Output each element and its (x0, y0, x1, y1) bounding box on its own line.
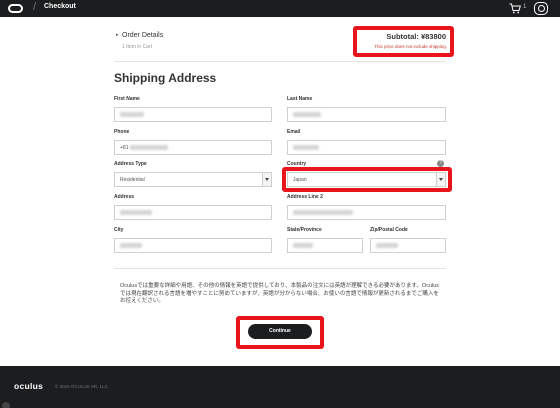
last-name-field[interactable] (287, 107, 446, 122)
cart-count-badge: 1 (523, 4, 527, 10)
city-label: City (114, 227, 124, 233)
city-field[interactable] (114, 238, 272, 253)
state-field[interactable] (287, 238, 363, 253)
phone-label: Phone (114, 129, 130, 135)
items-in-cart: 1 Item in Cart (122, 44, 153, 50)
address-type-value: Residential (120, 177, 145, 183)
settings-icon[interactable] (2, 402, 10, 408)
oculus-logo-icon[interactable] (8, 4, 23, 13)
postal-code-field[interactable] (370, 238, 446, 253)
footer: oculus © 2016 OCULUS VR, LLC (0, 366, 560, 408)
user-icon[interactable] (534, 2, 548, 15)
shipping-address-title: Shipping Address (114, 71, 217, 85)
address-line-2-label: Address Line 2 (287, 194, 323, 200)
highlight-subtotal (353, 26, 454, 57)
phone-field[interactable]: +81 (114, 140, 272, 155)
info-icon[interactable]: ? (437, 160, 444, 167)
footer-logo[interactable]: oculus (14, 381, 43, 391)
language-notice: Oculusでは重要な詳細や用語、その他の情報を英語で提供しており、本製品の注文… (120, 283, 440, 304)
chevron-down-icon[interactable] (262, 173, 271, 186)
divider (114, 61, 446, 62)
page-title: Checkout (44, 3, 76, 10)
breadcrumb-separator: / (33, 1, 37, 13)
order-details-title[interactable]: Order Details (122, 32, 163, 39)
highlight-continue (236, 316, 324, 349)
copyright: © 2016 OCULUS VR, LLC (55, 384, 108, 389)
email-label: Email (287, 129, 301, 135)
divider (114, 268, 446, 269)
phone-value: +81 (120, 145, 129, 151)
cart-icon[interactable] (509, 3, 521, 14)
address-line-2-field[interactable] (287, 205, 446, 220)
address-field[interactable] (114, 205, 272, 220)
highlight-country (282, 167, 452, 192)
state-label: State/Province (287, 227, 322, 233)
top-bar: / Checkout 1 (0, 0, 560, 17)
address-type-select[interactable]: Residential (114, 172, 272, 187)
address-type-label: Address Type (114, 161, 147, 167)
first-name-field[interactable] (114, 107, 272, 122)
address-label: Address (114, 194, 135, 200)
first-name-label: First Name (114, 96, 140, 102)
email-field[interactable] (287, 140, 446, 155)
expand-arrow-icon[interactable]: ▸ (116, 32, 119, 38)
last-name-label: Last Name (287, 96, 313, 102)
postal-code-label: Zip/Postal Code (370, 227, 408, 233)
